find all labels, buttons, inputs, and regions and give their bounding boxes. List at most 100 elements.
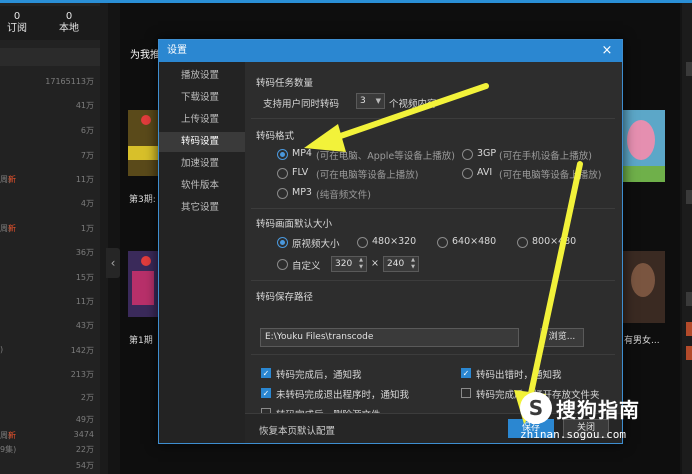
list-item-value: 17165113万 xyxy=(45,77,94,86)
dialog-title: 设置 xyxy=(167,45,187,56)
subscribe-count-label: 订阅 xyxy=(7,23,27,34)
list-item[interactable]: 周) 新 1万 xyxy=(0,223,100,237)
list-item-value: 15万 xyxy=(75,273,94,282)
list-item-value: 36万 xyxy=(75,248,94,257)
list-item[interactable]: 7万 xyxy=(0,150,100,164)
list-item[interactable]: 9集) 22万 xyxy=(0,444,100,458)
collapse-panel-button[interactable]: ‹ xyxy=(106,248,120,278)
play-icon xyxy=(141,256,151,266)
task-count-value: 3 xyxy=(360,96,366,106)
section-title: 为我推 xyxy=(130,50,160,61)
list-item[interactable]: 11万 xyxy=(0,296,100,310)
close-icon[interactable]: × xyxy=(600,40,614,62)
list-item-value: 2万 xyxy=(80,393,94,402)
list-item[interactable]: 213万 xyxy=(0,369,100,383)
local-count[interactable]: 0 本地 xyxy=(52,11,86,35)
size-original-radio[interactable] xyxy=(277,237,288,248)
list-item-value: 142万 xyxy=(70,346,94,355)
list-item[interactable]: 4万 xyxy=(0,198,100,212)
size-800x480-radio[interactable] xyxy=(517,237,528,248)
reset-defaults-link[interactable]: 恢复本页默认配置 xyxy=(259,423,335,437)
list-item[interactable]: 17165113万 xyxy=(0,76,100,90)
format-avi-hint: (可在电脑等设备上播放) xyxy=(499,170,602,181)
save-path-heading: 转码保存路径 xyxy=(256,292,314,303)
custom-height-input[interactable]: 240 ▲ ▼ xyxy=(383,256,419,272)
browse-button[interactable]: 浏览... xyxy=(540,328,584,347)
list-item[interactable]: 2万 xyxy=(0,392,100,406)
dialog-title-bar: 设置 × xyxy=(159,40,622,62)
thumbnail-art xyxy=(631,263,655,297)
format-avi-radio[interactable] xyxy=(462,168,473,179)
local-count-number: 0 xyxy=(65,11,73,22)
list-item[interactable]: ) 142万 xyxy=(0,345,100,359)
format-3gp-label: 3GP xyxy=(477,148,497,159)
transcode-settings-panel: 转码任务数量 支持用户同时转码 3 ▼ 个视频内容 转码格式 MP4 (可在电脑、… xyxy=(245,62,622,443)
list-item[interactable]: 36万 xyxy=(0,247,100,261)
notify-error-label: 转码出错时，通知我 xyxy=(476,370,562,381)
list-item[interactable]: 43万 xyxy=(0,320,100,334)
size-custom-label: 自定义 xyxy=(292,261,321,272)
size-800x480-label: 800×480 xyxy=(532,236,577,247)
nav-item-acceleration[interactable]: 加速设置 xyxy=(159,154,245,174)
list-item-value: 7万 xyxy=(80,151,94,160)
list-item-value: 54万 xyxy=(75,461,94,470)
video-thumbnail[interactable] xyxy=(623,251,665,323)
thumbnail-art xyxy=(132,271,154,305)
stepper-arrows-icon[interactable]: ▲ ▼ xyxy=(357,257,365,271)
list-item[interactable]: 15万 xyxy=(0,272,100,286)
nav-item-download[interactable]: 下载设置 xyxy=(159,88,245,108)
list-item[interactable]: 49万 xyxy=(0,414,100,428)
format-flv-radio[interactable] xyxy=(277,168,288,179)
list-item[interactable]: 周) 新 11万 xyxy=(0,174,100,188)
save-path-input[interactable]: E:\Youku Files\transcode xyxy=(260,328,519,347)
size-original-label: 原视频大小 xyxy=(292,239,340,250)
size-custom-radio[interactable] xyxy=(277,259,288,270)
video-caption[interactable]: 有男女... xyxy=(624,333,660,346)
subscribe-count-number: 0 xyxy=(13,11,21,22)
new-badge: 新 xyxy=(8,431,16,440)
list-item[interactable]: 41万 xyxy=(0,100,100,114)
watermark-url: zhinan.sogou.com xyxy=(520,428,626,441)
video-caption[interactable]: 第3期: xyxy=(129,192,156,205)
section-divider xyxy=(251,280,615,281)
stepper-arrows-icon[interactable]: ▲ ▼ xyxy=(409,257,417,271)
size-640x480-radio[interactable] xyxy=(437,237,448,248)
list-item[interactable]: 6万 xyxy=(0,125,100,139)
sogou-logo-icon: S xyxy=(520,392,552,424)
format-avi-label: AVI xyxy=(477,167,493,178)
right-marker xyxy=(686,190,692,204)
chevron-left-icon: ‹ xyxy=(110,256,116,270)
list-item[interactable]: 54万 xyxy=(0,460,100,474)
notify-done-checkbox[interactable]: ✓ xyxy=(261,368,271,378)
nav-item-transcode[interactable]: 转码设置 xyxy=(159,132,245,152)
task-count-suffix: 个视频内容 xyxy=(389,99,437,110)
size-heading: 转码画面默认大小 xyxy=(256,219,333,230)
right-marker xyxy=(686,346,692,360)
format-mp3-radio[interactable] xyxy=(277,188,288,199)
format-3gp-radio[interactable] xyxy=(462,149,473,160)
task-count-select[interactable]: 3 ▼ xyxy=(356,93,385,109)
nav-item-playback[interactable]: 播放设置 xyxy=(159,66,245,86)
right-marker xyxy=(686,292,692,306)
custom-height-value: 240 xyxy=(387,259,405,269)
notify-exit-checkbox[interactable]: ✓ xyxy=(261,388,271,398)
nav-item-upload[interactable]: 上传设置 xyxy=(159,110,245,130)
format-mp4-radio[interactable] xyxy=(277,149,288,160)
nav-item-version[interactable]: 软件版本 xyxy=(159,176,245,196)
notify-error-checkbox[interactable]: ✓ xyxy=(461,368,471,378)
custom-width-input[interactable]: 320 ▲ ▼ xyxy=(331,256,367,272)
video-caption[interactable]: 第1期 xyxy=(129,333,153,346)
video-thumbnail[interactable] xyxy=(623,110,665,182)
counts-bar: 0 订阅 0 本地 xyxy=(0,6,100,40)
thumbnail-art xyxy=(128,146,158,160)
open-folder-checkbox[interactable] xyxy=(461,388,471,398)
local-count-label: 本地 xyxy=(59,23,79,34)
nav-item-other[interactable]: 其它设置 xyxy=(159,198,245,218)
size-480x320-radio[interactable] xyxy=(357,237,368,248)
watermark-brand: 搜狗指南 xyxy=(556,398,640,422)
times-symbol: × xyxy=(371,258,379,269)
settings-nav: 播放设置 下载设置 上传设置 转码设置 加速设置 软件版本 其它设置 xyxy=(159,62,245,443)
list-item[interactable]: 周) 新 3474 xyxy=(0,430,100,444)
list-item-value: 49万 xyxy=(75,415,94,424)
subscribe-count[interactable]: 0 订阅 xyxy=(0,11,34,35)
